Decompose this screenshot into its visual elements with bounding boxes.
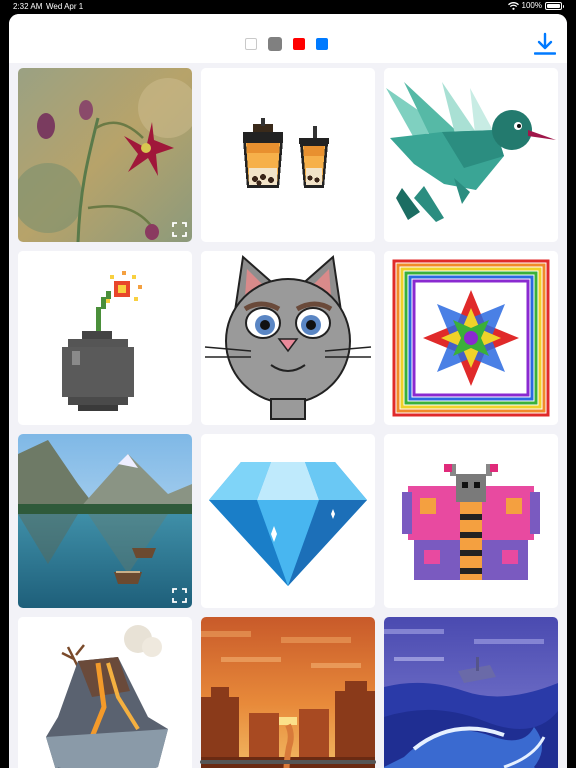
- expand-icon[interactable]: [171, 587, 188, 604]
- gallery-tile-bomb[interactable]: [18, 251, 192, 425]
- gallery-tile-mountain-lake[interactable]: [18, 434, 192, 608]
- mountain-lake-image: [18, 434, 192, 608]
- gallery-tile-hummingbird[interactable]: [384, 68, 558, 242]
- bomb-image: [18, 251, 192, 425]
- geometric-star-image: [384, 251, 558, 425]
- status-date: Wed Apr 1: [46, 2, 84, 11]
- cat-image: [201, 251, 375, 425]
- hummingbird-image: [384, 68, 558, 242]
- flower-painting-image: [18, 68, 192, 242]
- status-time: 2:32 AM: [13, 2, 43, 11]
- status-right: 100%: [507, 1, 564, 10]
- filter-blue-swatch[interactable]: [316, 38, 328, 50]
- gallery-tile-diamond[interactable]: [201, 434, 375, 608]
- app-sheet: [9, 14, 567, 768]
- gallery-tile-bubble-tea[interactable]: [201, 68, 375, 242]
- canyon-sunset-image: [201, 617, 375, 768]
- volcano-image: [18, 617, 192, 768]
- gallery-tile-flower[interactable]: [18, 68, 192, 242]
- toolbar: [9, 14, 567, 63]
- home-indicator: [200, 760, 376, 764]
- wifi-icon: [507, 1, 519, 10]
- butterfly-image: [384, 434, 558, 608]
- filter-red-swatch[interactable]: [293, 38, 305, 50]
- filter-gray-swatch[interactable]: [268, 37, 282, 51]
- gallery-tile-canyon-sunset[interactable]: [201, 617, 375, 768]
- color-filter-group: [245, 37, 328, 51]
- expand-icon[interactable]: [171, 221, 188, 238]
- gallery-tile-volcano[interactable]: [18, 617, 192, 768]
- ocean-wave-image: [384, 617, 558, 768]
- diamond-image: [201, 434, 375, 608]
- status-bar: 2:32 AM Wed Apr 1 100%: [0, 0, 576, 14]
- filter-white-swatch[interactable]: [245, 38, 257, 50]
- battery-icon: [545, 1, 564, 10]
- gallery-tile-ocean-wave[interactable]: [384, 617, 558, 768]
- bubble-tea-image: [201, 68, 375, 242]
- battery-percent: 100%: [521, 1, 542, 10]
- gallery-tile-butterfly[interactable]: [384, 434, 558, 608]
- gallery-tile-cat[interactable]: [201, 251, 375, 425]
- download-icon[interactable]: [534, 32, 556, 56]
- gallery-tile-geometric-star[interactable]: [384, 251, 558, 425]
